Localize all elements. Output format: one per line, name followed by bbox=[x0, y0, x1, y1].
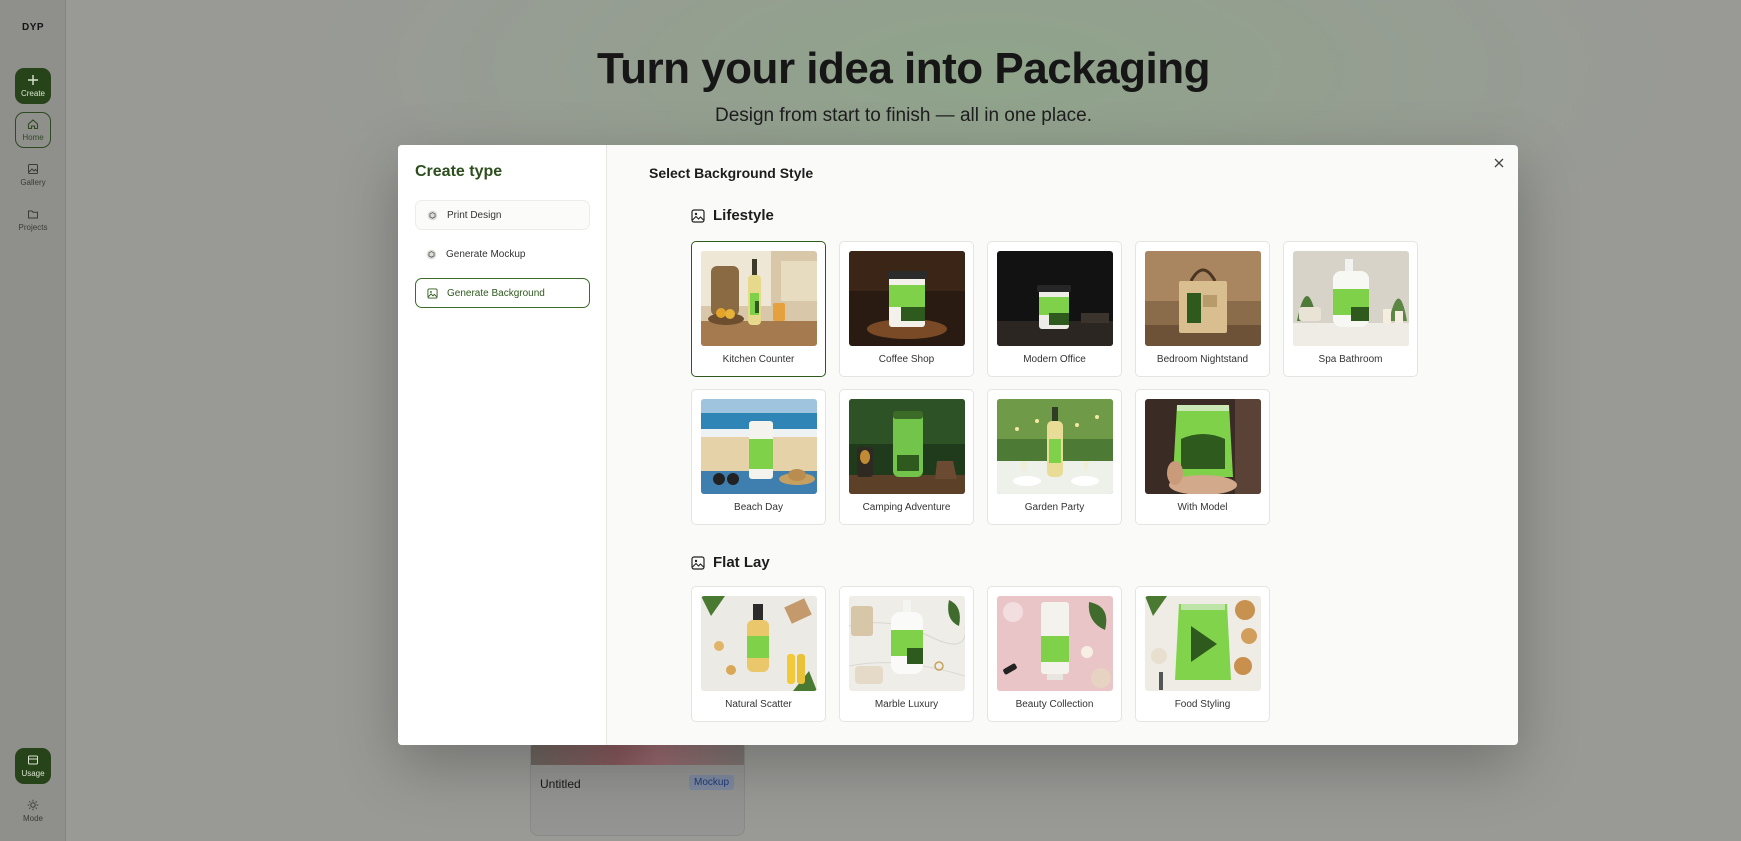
style-camping-adventure[interactable]: Camping Adventure bbox=[839, 389, 974, 525]
image-icon bbox=[427, 287, 438, 299]
coffee-shop-label: Coffee Shop bbox=[878, 354, 935, 365]
style-kitchen-counter[interactable]: Kitchen Counter bbox=[691, 241, 826, 377]
create-type-panel: Create type Print Design Generate Mockup… bbox=[398, 145, 607, 745]
modern-office-label: Modern Office bbox=[1023, 354, 1086, 365]
plus-icon bbox=[28, 75, 38, 85]
project-card[interactable]: Untitled Mockup bbox=[530, 740, 745, 836]
app-logo: DYP bbox=[21, 22, 45, 33]
create-type-title: Create type bbox=[415, 163, 503, 180]
usage-icon bbox=[28, 755, 38, 765]
create-label: Create bbox=[20, 89, 45, 98]
coffee-shop-thumbnail bbox=[849, 251, 965, 346]
cube-icon bbox=[426, 249, 437, 259]
style-natural-scatter[interactable]: Natural Scatter bbox=[691, 586, 826, 722]
style-food-styling[interactable]: Food Styling bbox=[1135, 586, 1270, 722]
style-with-model[interactable]: With Model bbox=[1135, 389, 1270, 525]
image-icon bbox=[691, 555, 705, 570]
project-name: Untitled bbox=[540, 777, 581, 791]
marble-luxury-label: Marble Luxury bbox=[874, 699, 939, 710]
kitchen-counter-thumbnail bbox=[701, 251, 817, 346]
usage-button[interactable]: Usage bbox=[15, 748, 51, 784]
spa-bathroom-label: Spa Bathroom bbox=[1318, 354, 1383, 365]
style-beach-day[interactable]: Beach Day bbox=[691, 389, 826, 525]
group-flat-lay-title: Flat Lay bbox=[713, 554, 770, 571]
spa-bathroom-thumbnail bbox=[1293, 251, 1409, 346]
select-background-title: Select Background Style bbox=[649, 165, 814, 181]
folder-icon bbox=[28, 210, 38, 219]
bedroom-nightstand-label: Bedroom Nightstand bbox=[1156, 354, 1249, 365]
style-beauty-collection[interactable]: Beauty Collection bbox=[987, 586, 1122, 722]
camping-adventure-thumbnail bbox=[849, 399, 965, 494]
modern-office-thumbnail bbox=[997, 251, 1113, 346]
group-lifestyle-title: Lifestyle bbox=[713, 207, 774, 224]
type-generate-mockup-label: Generate Mockup bbox=[446, 248, 526, 260]
style-spa-bathroom[interactable]: Spa Bathroom bbox=[1283, 241, 1418, 377]
food-styling-thumbnail bbox=[1145, 596, 1261, 691]
nav-home[interactable]: Home bbox=[15, 112, 51, 148]
garden-party-thumbnail bbox=[997, 399, 1113, 494]
natural-scatter-thumbnail bbox=[701, 596, 817, 691]
mode-label: Mode bbox=[22, 814, 43, 823]
background-style-panel: Select Background Style Lifestyle Kitche… bbox=[608, 145, 1518, 745]
hero-subtitle: Design from start to finish — all in one… bbox=[714, 105, 1092, 126]
style-marble-luxury[interactable]: Marble Luxury bbox=[839, 586, 974, 722]
image-icon bbox=[691, 208, 705, 223]
mode-toggle[interactable]: Mode bbox=[15, 793, 51, 829]
home-icon bbox=[27, 119, 39, 130]
group-lifestyle-header: Lifestyle bbox=[691, 207, 774, 224]
natural-scatter-label: Natural Scatter bbox=[725, 699, 792, 710]
sun-icon bbox=[27, 799, 39, 811]
hero-title: Turn your idea into Packaging bbox=[597, 44, 1211, 93]
style-bedroom-nightstand[interactable]: Bedroom Nightstand bbox=[1135, 241, 1270, 377]
gallery-label: Gallery bbox=[20, 178, 46, 187]
type-print-design-label: Print Design bbox=[447, 209, 502, 221]
cube-icon bbox=[427, 210, 438, 220]
create-type-modal: Create type Print Design Generate Mockup… bbox=[398, 145, 1518, 745]
style-coffee-shop[interactable]: Coffee Shop bbox=[839, 241, 974, 377]
type-print-design[interactable]: Print Design bbox=[415, 200, 590, 230]
bedroom-nightstand-thumbnail bbox=[1145, 251, 1261, 346]
with-model-thumbnail bbox=[1145, 399, 1261, 494]
type-generate-mockup[interactable]: Generate Mockup bbox=[415, 239, 590, 269]
beauty-collection-thumbnail bbox=[997, 596, 1113, 691]
style-garden-party[interactable]: Garden Party bbox=[987, 389, 1122, 525]
with-model-label: With Model bbox=[1177, 502, 1228, 513]
style-modern-office[interactable]: Modern Office bbox=[987, 241, 1122, 377]
garden-party-label: Garden Party bbox=[1024, 502, 1085, 513]
nav-projects[interactable]: Projects bbox=[15, 202, 51, 238]
type-generate-background[interactable]: Generate Background bbox=[415, 278, 590, 308]
project-type-badge: Mockup bbox=[688, 775, 734, 790]
kitchen-counter-label: Kitchen Counter bbox=[722, 354, 795, 365]
beach-day-label: Beach Day bbox=[734, 502, 783, 513]
camping-adventure-label: Camping Adventure bbox=[862, 502, 951, 513]
create-button[interactable]: Create bbox=[15, 68, 51, 104]
food-styling-label: Food Styling bbox=[1174, 699, 1231, 710]
marble-luxury-thumbnail bbox=[849, 596, 965, 691]
group-flat-lay-header: Flat Lay bbox=[691, 554, 770, 571]
beauty-collection-label: Beauty Collection bbox=[1015, 699, 1094, 710]
sidebar: DYP Create Home Gallery Projects Usage M… bbox=[0, 0, 66, 841]
nav-gallery[interactable]: Gallery bbox=[15, 157, 51, 193]
projects-label: Projects bbox=[18, 223, 48, 232]
beach-day-thumbnail bbox=[701, 399, 817, 494]
gallery-icon bbox=[28, 164, 38, 174]
type-generate-background-label: Generate Background bbox=[447, 287, 545, 299]
usage-label: Usage bbox=[21, 769, 45, 778]
home-label: Home bbox=[22, 133, 44, 142]
